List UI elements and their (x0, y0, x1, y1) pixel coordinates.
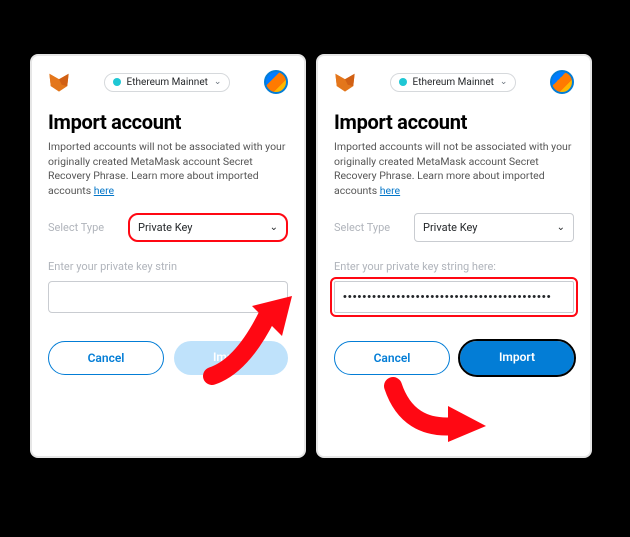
network-name: Ethereum Mainnet (127, 77, 208, 88)
chevron-down-icon: ⌄ (270, 222, 278, 233)
instruction-arrow-icon (378, 376, 488, 446)
header: Ethereum Mainnet ⌄ (334, 70, 574, 94)
import-button-disabled: Import (174, 341, 288, 375)
page-description: Imported accounts will not be associated… (48, 140, 288, 199)
private-key-label: Enter your private key strin (48, 260, 288, 273)
page-title: Import account (48, 110, 288, 134)
metamask-logo-icon (334, 71, 356, 93)
select-type-label: Select Type (48, 221, 118, 234)
panel-step-1: Ethereum Mainnet ⌄ Import account Import… (32, 56, 304, 456)
panel-step-2: Ethereum Mainnet ⌄ Import account Import… (318, 56, 590, 456)
select-type-value: Private Key (423, 221, 477, 234)
network-status-icon (113, 78, 121, 86)
button-row: Cancel Import (334, 341, 574, 375)
chevron-down-icon: ⌄ (557, 222, 565, 233)
select-type-row: Select Type Private Key ⌄ (48, 213, 288, 242)
account-avatar[interactable] (264, 70, 288, 94)
select-type-label: Select Type (334, 221, 404, 234)
cancel-button[interactable]: Cancel (48, 341, 164, 375)
page-title: Import account (334, 110, 574, 134)
network-selector[interactable]: Ethereum Mainnet ⌄ (390, 73, 517, 92)
network-status-icon (399, 78, 407, 86)
account-avatar[interactable] (550, 70, 574, 94)
private-key-input[interactable] (48, 281, 288, 313)
chevron-down-icon: ⌄ (500, 77, 508, 87)
private-key-input[interactable] (334, 281, 574, 313)
import-button[interactable]: Import (460, 341, 574, 375)
learn-more-link[interactable]: here (94, 184, 114, 197)
page-description: Imported accounts will not be associated… (334, 140, 574, 199)
private-key-label: Enter your private key string here: (334, 260, 574, 273)
select-type-value: Private Key (138, 221, 192, 234)
metamask-logo-icon (48, 71, 70, 93)
learn-more-link[interactable]: here (380, 184, 400, 197)
chevron-down-icon: ⌄ (214, 77, 222, 87)
select-type-row: Select Type Private Key ⌄ (334, 213, 574, 242)
select-type-dropdown[interactable]: Private Key ⌄ (414, 213, 574, 242)
network-selector[interactable]: Ethereum Mainnet ⌄ (104, 73, 231, 92)
cancel-button[interactable]: Cancel (334, 341, 450, 375)
select-type-dropdown[interactable]: Private Key ⌄ (128, 213, 288, 242)
header: Ethereum Mainnet ⌄ (48, 70, 288, 94)
button-row: Cancel Import (48, 341, 288, 375)
network-name: Ethereum Mainnet (413, 77, 494, 88)
